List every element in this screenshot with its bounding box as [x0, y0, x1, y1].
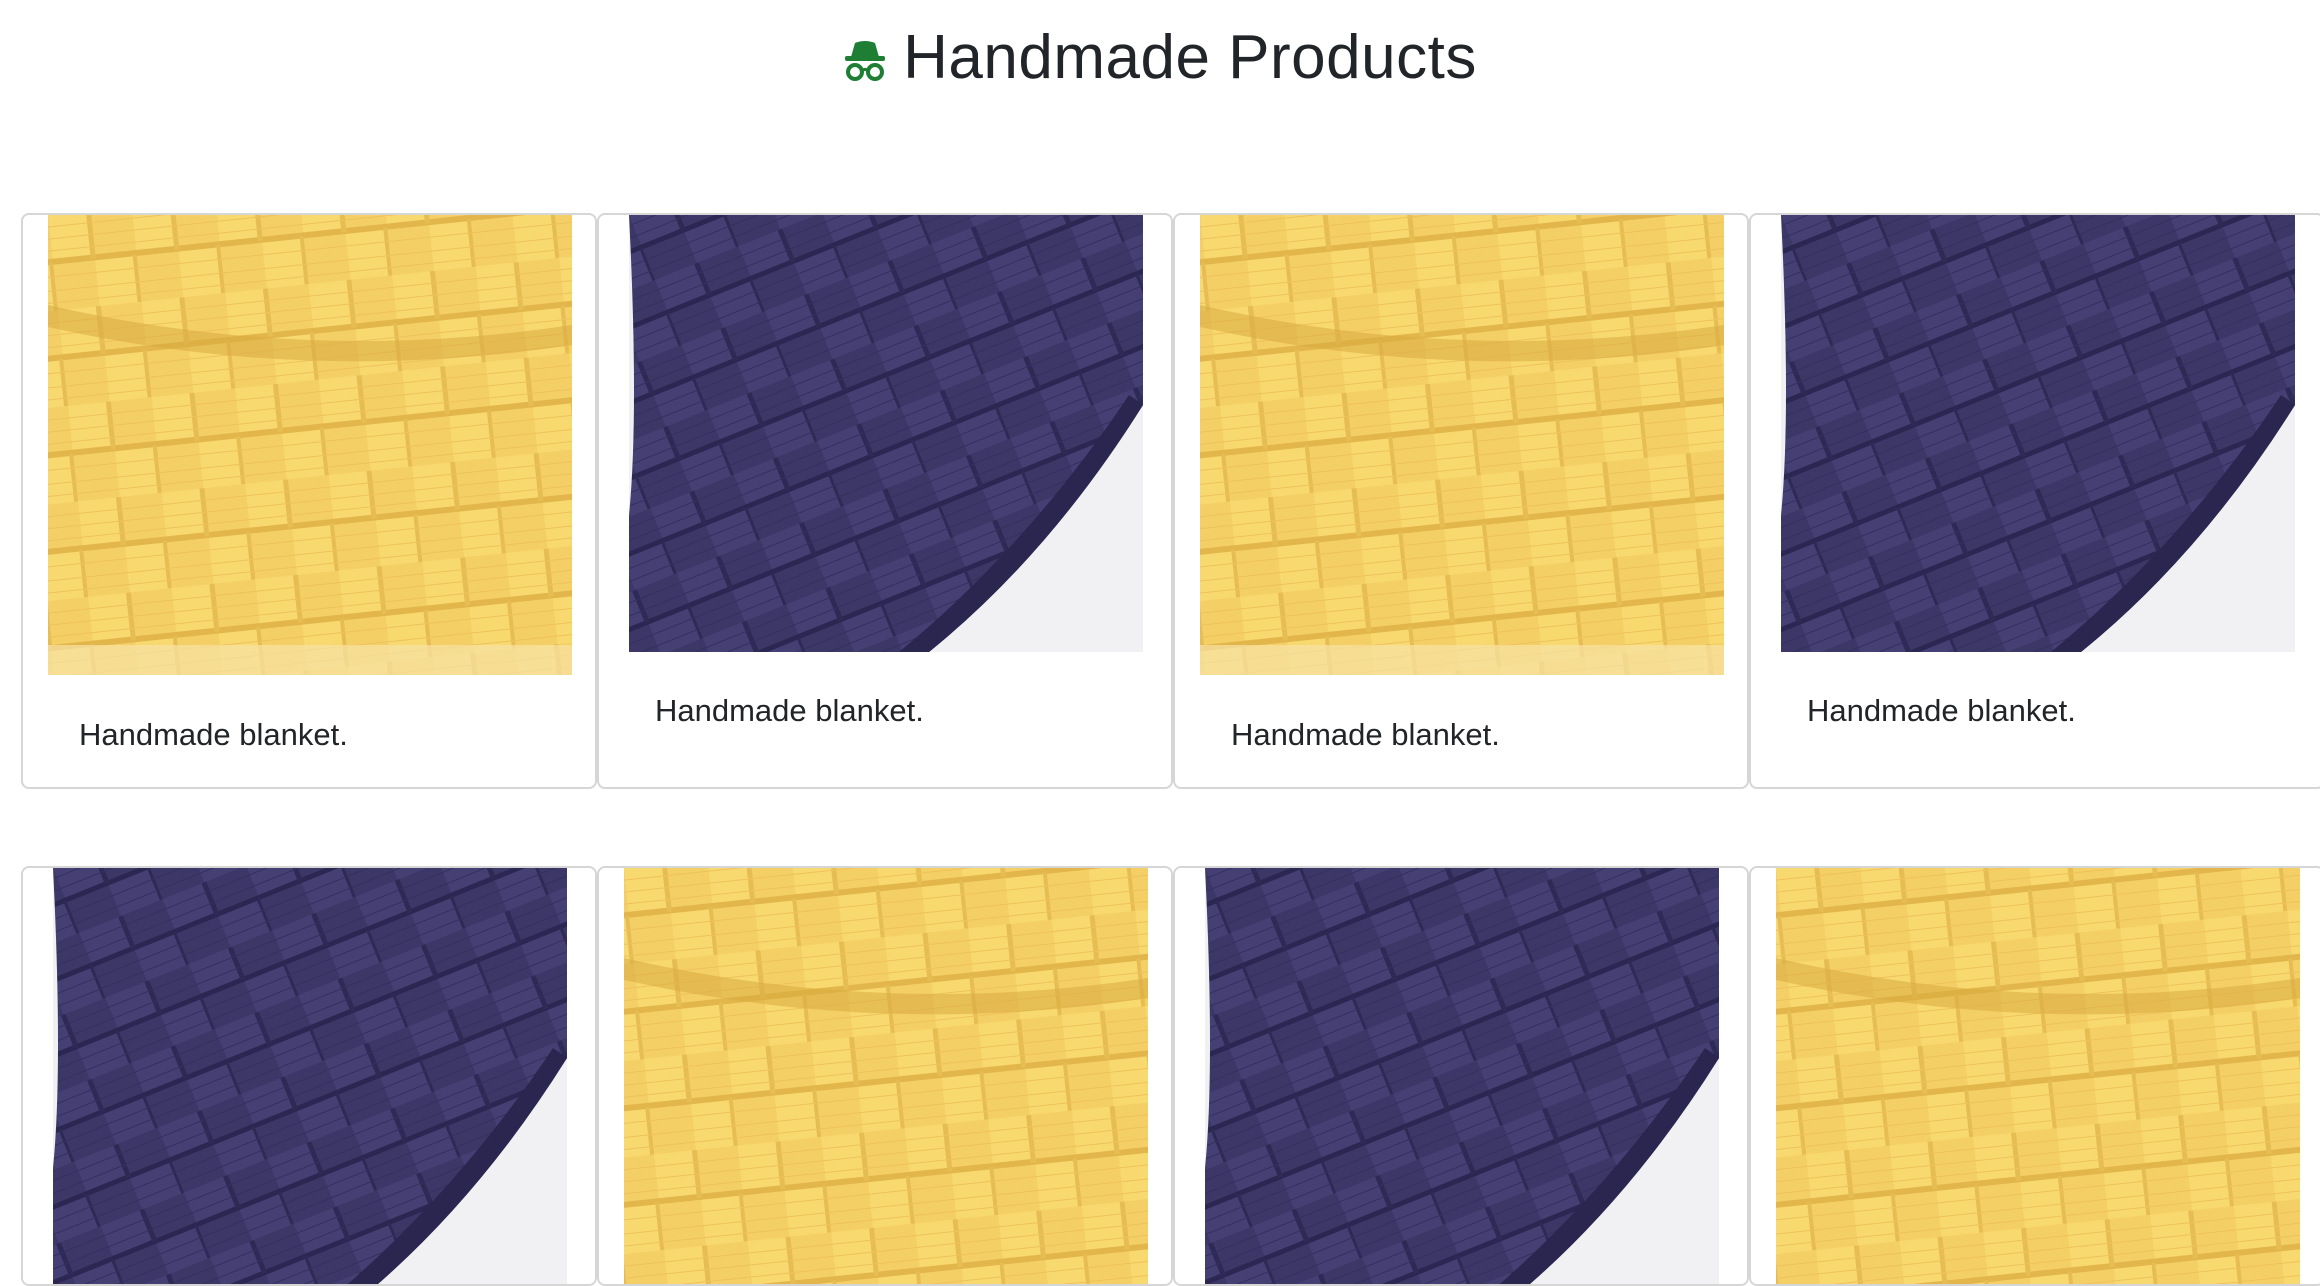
page-title: Handmade Products — [903, 23, 1477, 92]
product-card[interactable] — [597, 866, 1173, 1286]
product-caption: Handmade blanket. — [1231, 717, 1500, 752]
page-header: Handmade Products — [0, 22, 2320, 93]
navy-knit-blanket-image[interactable] — [1781, 215, 2295, 652]
yellow-knit-blanket-image[interactable] — [1776, 868, 2300, 1286]
product-card[interactable] — [1749, 866, 2320, 1286]
product-caption: Handmade blanket. — [655, 693, 924, 728]
navy-knit-blanket-image[interactable] — [1205, 868, 1719, 1286]
product-card[interactable]: Handmade blanket. — [1173, 213, 1749, 789]
product-card[interactable] — [21, 866, 597, 1286]
product-caption: Handmade blanket. — [79, 717, 348, 752]
navy-knit-blanket-image[interactable] — [629, 215, 1143, 652]
yellow-knit-blanket-image[interactable] — [48, 215, 572, 675]
product-caption: Handmade blanket. — [1807, 693, 2076, 728]
yellow-knit-blanket-image[interactable] — [624, 868, 1148, 1286]
product-card[interactable]: Handmade blanket. — [597, 213, 1173, 789]
incognito-spy-icon — [845, 40, 886, 81]
product-card[interactable] — [1173, 866, 1749, 1286]
navy-knit-blanket-image[interactable] — [53, 868, 567, 1286]
product-card[interactable]: Handmade blanket. — [21, 213, 597, 789]
product-card[interactable]: Handmade blanket. — [1749, 213, 2320, 789]
yellow-knit-blanket-image[interactable] — [1200, 215, 1724, 675]
